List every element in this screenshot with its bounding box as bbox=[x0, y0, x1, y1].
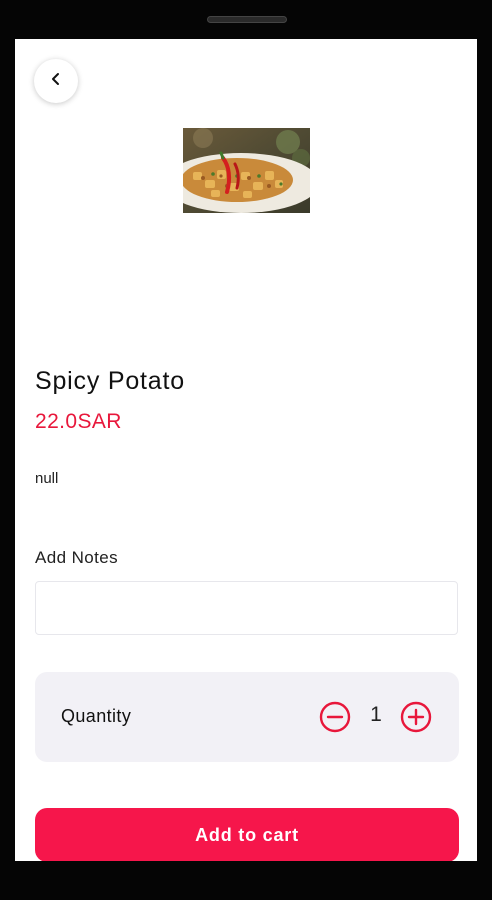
product-description: null bbox=[35, 470, 59, 487]
quantity-label: Quantity bbox=[61, 706, 132, 726]
product-image bbox=[183, 128, 310, 213]
product-price: 22.0SAR bbox=[35, 410, 122, 433]
product-detail-screen: Spicy Potato 22.0SAR null Add Notes Quan… bbox=[15, 39, 477, 861]
phone-frame: Spicy Potato 22.0SAR null Add Notes Quan… bbox=[0, 0, 492, 900]
chevron-left-icon bbox=[49, 72, 63, 91]
add-to-cart-button[interactable]: Add to cart bbox=[35, 808, 459, 861]
plus-circle-icon[interactable] bbox=[400, 701, 432, 733]
product-title: Spicy Potato bbox=[35, 367, 185, 395]
notes-label: Add Notes bbox=[35, 548, 118, 567]
notes-input[interactable] bbox=[35, 581, 458, 635]
speaker-grille bbox=[207, 16, 287, 23]
minus-circle-icon[interactable] bbox=[319, 701, 351, 733]
quantity-value: 1 bbox=[370, 703, 382, 726]
quantity-card: Quantity 1 bbox=[35, 672, 459, 762]
back-button[interactable] bbox=[34, 59, 78, 103]
